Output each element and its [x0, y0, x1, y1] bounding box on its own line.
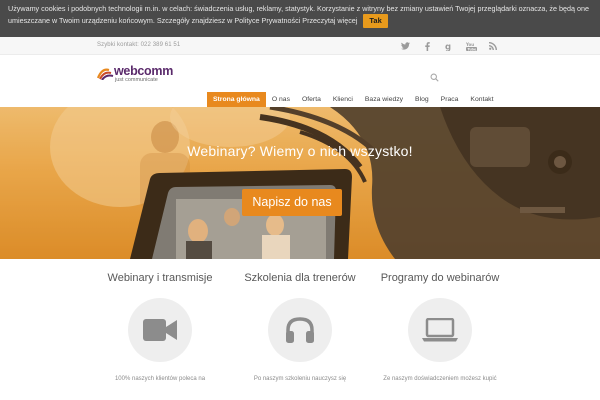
contact-info: Szybki kontakt: 022 389 61 51: [97, 42, 181, 48]
service-text: 100% naszych klientów poleca na: [114, 376, 206, 382]
services-section: Webinary i transmisje 100% naszych klien…: [95, 272, 505, 382]
logo-text: webcomm: [114, 64, 174, 78]
service-webinars[interactable]: Webinary i transmisje 100% naszych klien…: [95, 272, 225, 382]
twitter-icon[interactable]: [399, 40, 411, 52]
service-trainings[interactable]: Szkolenia dla trenerów Po naszym szkolen…: [235, 272, 365, 382]
hero-title: Webinary? Wiemy o nich wszystko!: [187, 143, 413, 159]
nav-item-home[interactable]: Strona główna: [207, 92, 266, 107]
service-title: Programy do webinarów: [380, 272, 500, 284]
cookie-accept-button[interactable]: Tak: [363, 14, 388, 28]
nav-item-about[interactable]: O nas: [266, 92, 296, 107]
social-links: g You Tube: [399, 40, 499, 52]
logo-tagline: just communicate: [115, 77, 158, 83]
nav-item-offer[interactable]: Oferta: [296, 92, 327, 107]
service-text: Po naszym szkoleniu nauczysz się: [253, 376, 347, 382]
laptop-icon[interactable]: [408, 298, 472, 362]
nav-item-jobs[interactable]: Praca: [435, 92, 465, 107]
svg-text:g: g: [445, 42, 451, 51]
search-icon[interactable]: [430, 69, 442, 82]
hero-photo: [0, 107, 600, 259]
logo-mark-icon: [97, 68, 114, 80]
nav-item-clients[interactable]: Klienci: [327, 92, 359, 107]
logo[interactable]: webcomm just communicate: [97, 64, 207, 89]
svg-text:You: You: [466, 42, 474, 47]
youtube-icon[interactable]: You Tube: [465, 40, 477, 52]
nav-item-knowledge-base[interactable]: Baza wiedzy: [359, 92, 409, 107]
cookie-message: Używamy cookies i podobnych technologii …: [8, 4, 589, 25]
site-header: webcomm just communicate Strona główna O…: [0, 55, 600, 107]
page: Używamy cookies i podobnych technologii …: [0, 0, 600, 400]
top-strip: Szybki kontakt: 022 389 61 51 g You Tube: [0, 37, 600, 55]
service-software[interactable]: Programy do webinarów Ze naszym doświadc…: [375, 272, 505, 382]
cookie-bar: Używamy cookies i podobnych technologii …: [0, 0, 600, 37]
svg-text:Tube: Tube: [467, 47, 477, 51]
video-camera-icon[interactable]: [128, 298, 192, 362]
main-nav: Strona główna O nas Oferta Klienci Baza …: [207, 92, 499, 107]
service-text: Ze naszym doświadczeniem możesz kupić: [383, 376, 497, 382]
facebook-icon[interactable]: [421, 40, 433, 52]
contact-us-button[interactable]: Napisz do nas: [242, 189, 342, 216]
service-title: Szkolenia dla trenerów: [244, 272, 356, 284]
nav-item-contact[interactable]: Kontakt: [464, 92, 499, 107]
google-plus-icon[interactable]: g: [443, 40, 455, 52]
hero-banner: Webinary? Wiemy o nich wszystko! Napisz …: [0, 107, 600, 259]
nav-item-blog[interactable]: Blog: [409, 92, 435, 107]
headphones-icon[interactable]: [268, 298, 332, 362]
service-title: Webinary i transmisje: [107, 272, 213, 284]
rss-icon[interactable]: [487, 40, 499, 52]
